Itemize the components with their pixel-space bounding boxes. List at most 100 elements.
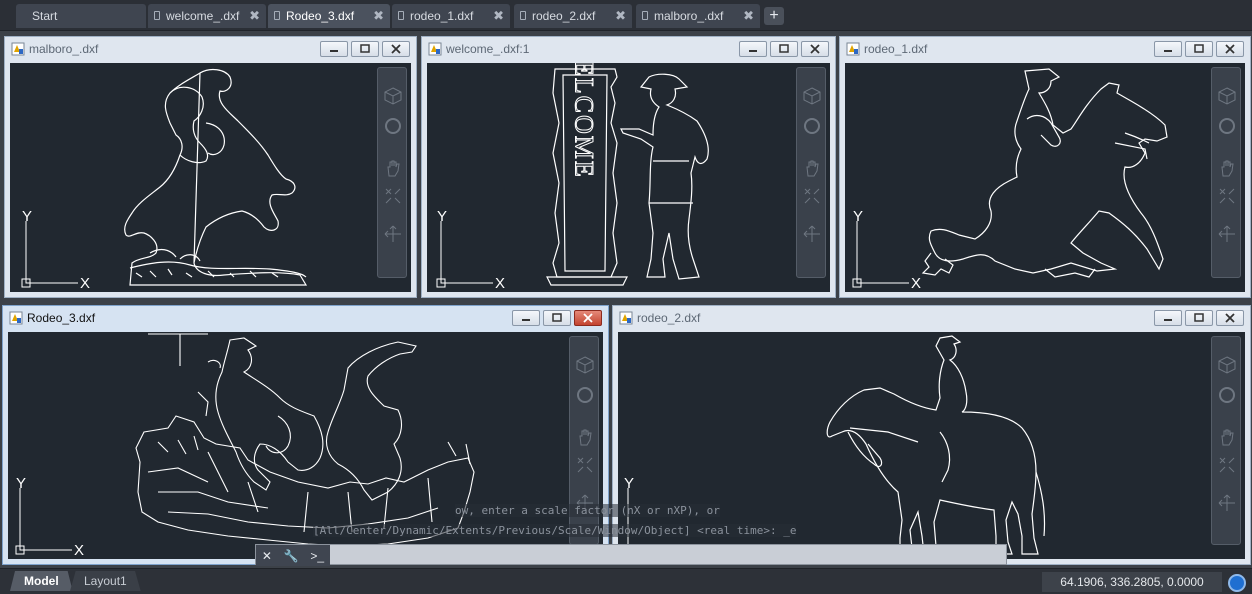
cube-icon[interactable] — [1217, 86, 1237, 106]
minimize-button[interactable] — [1154, 41, 1182, 57]
autocad-window: Start welcome_.dxf ✖ Rodeo_3.dxf ✖ rodeo… — [0, 0, 1252, 594]
tab-layout1[interactable]: Layout1 — [70, 571, 141, 591]
tab-rodeo-3[interactable]: Rodeo_3.dxf ✖ — [268, 4, 390, 28]
ucs-y-label: Y — [853, 211, 863, 225]
viewport-title-bar[interactable]: Rodeo_3.dxf — [3, 306, 608, 331]
restore-button[interactable] — [1185, 41, 1213, 57]
navigation-bar[interactable] — [796, 67, 826, 278]
zoom-extents-icon[interactable] — [802, 186, 822, 206]
close-icon[interactable]: ✖ — [615, 4, 626, 28]
close-icon[interactable]: ✖ — [743, 4, 754, 28]
tab-label: rodeo_1.dxf — [410, 9, 474, 23]
close-button[interactable] — [1216, 41, 1244, 57]
command-history-line-1: ow, enter a scale factor (nX or nXP), or — [455, 504, 720, 517]
ucs-icon: Y X — [852, 211, 921, 291]
command-prompt-icon[interactable]: >_ — [310, 549, 324, 563]
minimize-button[interactable] — [512, 310, 540, 326]
navigation-bar[interactable] — [377, 67, 407, 278]
restore-button[interactable] — [770, 41, 798, 57]
orbit-icon[interactable] — [802, 224, 822, 244]
workspace-icon[interactable] — [1228, 574, 1246, 592]
minimize-button[interactable] — [1154, 310, 1182, 326]
command-line-buttons: ✕ 🔧 >_ — [256, 545, 330, 566]
ucs-x-label: X — [495, 275, 505, 291]
close-button[interactable] — [574, 310, 602, 326]
navigation-bar[interactable] — [1211, 67, 1241, 278]
viewport-title-bar[interactable]: malboro_.dxf — [5, 37, 416, 62]
dxf-file-icon — [428, 42, 442, 56]
close-button[interactable] — [382, 41, 410, 57]
viewport-malboro[interactable]: malboro_.dxf Y X — [4, 36, 417, 298]
viewport-title: Rodeo_3.dxf — [27, 311, 96, 325]
customize-wrench-icon[interactable]: 🔧 — [284, 549, 299, 563]
tab-label: Rodeo_3.dxf — [286, 9, 355, 23]
zoom-extents-icon[interactable] — [575, 455, 595, 475]
tab-rodeo-2[interactable]: rodeo_2.dxf ✖ — [514, 4, 632, 28]
ucs-x-label: X — [74, 542, 84, 558]
lock-icon — [520, 11, 526, 20]
cube-icon[interactable] — [575, 355, 595, 375]
viewport-rodeo-1[interactable]: rodeo_1.dxf Y X — [839, 36, 1251, 298]
viewport-title-bar[interactable]: welcome_.dxf:1 — [422, 37, 835, 62]
command-input[interactable]: ✕ 🔧 >_ — [255, 544, 1007, 566]
tab-label: Start — [32, 9, 58, 23]
ucs-x-label: X — [911, 275, 921, 291]
restore-button[interactable] — [1185, 310, 1213, 326]
orbit-icon[interactable] — [383, 224, 403, 244]
close-button[interactable] — [801, 41, 829, 57]
pan-hand-icon[interactable] — [383, 158, 403, 178]
minimize-button[interactable] — [320, 41, 348, 57]
command-line[interactable]: ow, enter a scale factor (nX or nXP), or… — [255, 500, 1007, 567]
close-icon[interactable]: ✖ — [493, 4, 504, 28]
navigation-bar[interactable] — [1211, 336, 1241, 545]
viewport-welcome[interactable]: welcome_.dxf:1 WELCOME Y X — [421, 36, 836, 298]
close-icon[interactable]: ✖ — [373, 4, 384, 28]
drawing-canvas[interactable]: Y X — [10, 63, 411, 292]
minimize-button[interactable] — [739, 41, 767, 57]
ucs-icon: Y X — [436, 211, 505, 291]
tab-malboro[interactable]: malboro_.dxf ✖ — [636, 4, 760, 28]
cube-icon[interactable] — [802, 86, 822, 106]
viewport-title: welcome_.dxf:1 — [446, 42, 530, 56]
restore-button[interactable] — [543, 310, 571, 326]
close-command-line-icon[interactable]: ✕ — [262, 549, 272, 563]
drawing-canvas[interactable]: WELCOME Y X — [427, 63, 830, 292]
status-bar: Model Layout1 64.1906, 336.2805, 0.0000 — [0, 568, 1252, 594]
steering-wheel-icon[interactable] — [1217, 116, 1237, 136]
cube-icon[interactable] — [383, 86, 403, 106]
lock-icon — [642, 11, 648, 20]
pan-hand-icon[interactable] — [575, 427, 595, 447]
pan-hand-icon[interactable] — [1217, 158, 1237, 178]
viewport-title: rodeo_2.dxf — [637, 311, 701, 325]
viewport-title: rodeo_1.dxf — [864, 42, 928, 56]
ucs-y-label: Y — [624, 478, 634, 492]
tab-model[interactable]: Model — [10, 571, 73, 591]
cube-icon[interactable] — [1217, 355, 1237, 375]
viewport-title: malboro_.dxf — [29, 42, 99, 56]
steering-wheel-icon[interactable] — [1217, 385, 1237, 405]
pan-hand-icon[interactable] — [802, 158, 822, 178]
viewport-title-bar[interactable]: rodeo_2.dxf — [613, 306, 1250, 331]
drawing-canvas[interactable]: Y X — [845, 63, 1245, 292]
steering-wheel-icon[interactable] — [383, 116, 403, 136]
tab-label: welcome_.dxf — [166, 9, 240, 23]
tab-rodeo-1[interactable]: rodeo_1.dxf ✖ — [392, 4, 510, 28]
tab-welcome[interactable]: welcome_.dxf ✖ — [148, 4, 266, 28]
close-icon[interactable]: ✖ — [249, 4, 260, 28]
pan-hand-icon[interactable] — [1217, 427, 1237, 447]
ucs-y-label: Y — [437, 211, 447, 225]
zoom-extents-icon[interactable] — [1217, 186, 1237, 206]
ucs-y-label: Y — [22, 211, 32, 225]
orbit-icon[interactable] — [1217, 224, 1237, 244]
zoom-extents-icon[interactable] — [383, 186, 403, 206]
steering-wheel-icon[interactable] — [802, 116, 822, 136]
steering-wheel-icon[interactable] — [575, 385, 595, 405]
viewport-title-bar[interactable]: rodeo_1.dxf — [840, 37, 1250, 62]
tab-start[interactable]: Start — [16, 4, 146, 28]
close-button[interactable] — [1216, 310, 1244, 326]
zoom-extents-icon[interactable] — [1217, 455, 1237, 475]
new-tab-button[interactable]: + — [764, 7, 784, 25]
restore-button[interactable] — [351, 41, 379, 57]
orbit-icon[interactable] — [1217, 493, 1237, 513]
coordinates-readout[interactable]: 64.1906, 336.2805, 0.0000 — [1042, 572, 1222, 592]
